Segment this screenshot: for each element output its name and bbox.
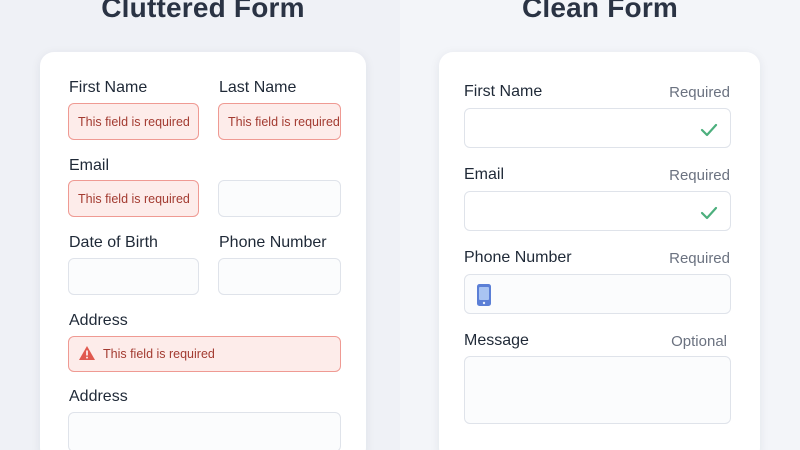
clean-message-label: Message	[464, 332, 529, 349]
cluttered-address2-label: Address	[69, 388, 128, 405]
clean-email-label: Email	[464, 166, 505, 183]
cluttered-address-label: Address	[69, 312, 128, 329]
cluttered-last-name-error: This field is required	[228, 115, 340, 129]
clean-first-name-label: First Name	[464, 83, 543, 100]
clean-phone-required: Required	[669, 250, 730, 267]
clean-phone-input[interactable]	[464, 274, 731, 314]
clean-email-input[interactable]	[464, 191, 731, 231]
cluttered-first-name-label: First Name	[69, 79, 148, 96]
clean-phone-label: Phone Number	[464, 249, 572, 266]
cluttered-email-secondary-input[interactable]	[218, 180, 341, 217]
cluttered-form-title: Cluttered Form	[101, 0, 305, 23]
checkmark-icon	[700, 123, 718, 137]
cluttered-last-name-label: Last Name	[219, 79, 297, 96]
clean-form-title: Clean Form	[521, 0, 679, 23]
cluttered-phone-input[interactable]	[218, 258, 341, 295]
cluttered-email-error: This field is required	[78, 192, 190, 206]
cluttered-address-error: This field is required	[103, 347, 215, 361]
clean-first-name-input[interactable]	[464, 108, 731, 148]
cluttered-first-name-error: This field is required	[78, 115, 190, 129]
clean-message-textarea[interactable]	[464, 356, 731, 424]
checkmark-icon	[700, 206, 718, 220]
clean-message-optional: Optional	[671, 333, 727, 350]
cluttered-dob-label: Date of Birth	[69, 234, 158, 251]
cluttered-address2-input[interactable]	[68, 412, 341, 450]
clean-email-required: Required	[669, 167, 730, 184]
cluttered-dob-input[interactable]	[68, 258, 199, 295]
cluttered-phone-label: Phone Number	[219, 234, 327, 251]
clean-first-name-required: Required	[669, 84, 730, 101]
phone-icon	[477, 284, 491, 306]
warning-icon	[79, 346, 95, 360]
cluttered-email-label: Email	[69, 157, 110, 174]
